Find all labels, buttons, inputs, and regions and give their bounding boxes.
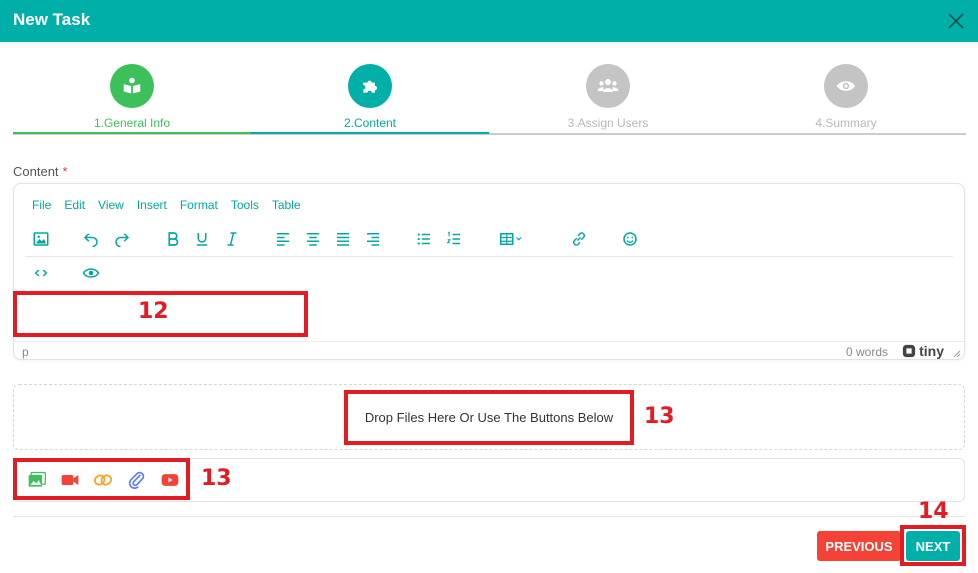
users-icon <box>586 64 630 108</box>
align-center-icon[interactable] <box>302 228 324 250</box>
annotation-box-dropzone <box>344 390 634 445</box>
element-path[interactable]: p <box>22 345 29 359</box>
menu-edit[interactable]: Edit <box>64 198 85 212</box>
toolbar-separator <box>25 256 953 257</box>
menu-file[interactable]: File <box>32 198 51 212</box>
step-general-info[interactable]: 1.General Info <box>13 60 251 130</box>
book-reader-icon <box>110 64 154 108</box>
menu-insert[interactable]: Insert <box>137 198 167 212</box>
menu-tools[interactable]: Tools <box>231 198 259 212</box>
align-left-icon[interactable] <box>272 228 294 250</box>
puzzle-icon <box>348 64 392 108</box>
annotation-number-12: 12 <box>138 299 169 324</box>
undo-icon[interactable] <box>80 228 102 250</box>
eye-icon <box>824 64 868 108</box>
previous-button[interactable]: PREVIOUS <box>817 531 901 561</box>
numbered-list-icon[interactable] <box>443 228 465 250</box>
step-summary[interactable]: 4.Summary <box>727 60 965 130</box>
align-justify-icon[interactable] <box>332 228 354 250</box>
image-icon[interactable] <box>30 228 52 250</box>
underline-icon[interactable] <box>191 228 213 250</box>
annotation-box-upload-buttons <box>13 458 190 500</box>
bullet-list-icon[interactable] <box>413 228 435 250</box>
annotation-number-13-dropzone: 13 <box>644 404 675 429</box>
step-label: 1.General Info <box>93 116 171 130</box>
code-icon[interactable] <box>30 262 52 284</box>
step-assign-users[interactable]: 3.Assign Users <box>489 60 727 130</box>
dialog-title: New Task <box>13 10 91 29</box>
step-content[interactable]: 2.Content <box>251 60 489 130</box>
menu-view[interactable]: View <box>98 198 124 212</box>
stepper-progress-active <box>251 132 489 134</box>
annotation-number-14: 14 <box>918 499 949 524</box>
annotation-number-13-uploads: 13 <box>201 466 232 491</box>
annotation-box-next-button <box>900 525 966 566</box>
step-label: 3.Assign Users <box>567 116 649 130</box>
tiny-brand-text: tiny <box>919 343 944 359</box>
redo-icon[interactable] <box>111 228 133 250</box>
bold-icon[interactable] <box>162 228 184 250</box>
italic-icon[interactable] <box>221 228 243 250</box>
link-icon[interactable] <box>568 228 590 250</box>
editor-statusbar: p 0 words tiny <box>14 341 964 360</box>
content-label-text: Content <box>13 164 59 179</box>
emoji-icon[interactable] <box>619 228 641 250</box>
resize-handle-icon[interactable] <box>953 347 961 358</box>
step-label: 4.Summary <box>815 116 877 130</box>
table-icon[interactable] <box>495 228 529 250</box>
stepper-progress-done <box>13 132 251 134</box>
close-icon[interactable] <box>944 9 968 33</box>
preview-icon[interactable] <box>80 262 102 284</box>
editor-toolbar-row-2 <box>25 258 225 288</box>
editor-toolbar-row-1 <box>25 224 955 254</box>
required-mark: * <box>62 164 68 179</box>
tiny-logo[interactable]: tiny <box>902 343 944 359</box>
tiny-logo-icon <box>902 344 916 358</box>
step-label: 2.Content <box>343 116 397 130</box>
word-count[interactable]: 0 words <box>846 345 888 359</box>
menu-table[interactable]: Table <box>272 198 301 212</box>
stepper: 1.General Info 2.Content 3.Assign Users <box>13 60 966 136</box>
editor-menubar: File Edit View Insert Format Tools Table <box>32 198 301 212</box>
dialog-header: New Task <box>0 0 978 42</box>
align-right-icon[interactable] <box>362 228 384 250</box>
content-label: Content * <box>13 164 68 179</box>
footer-separator <box>13 516 965 517</box>
menu-format[interactable]: Format <box>180 198 218 212</box>
